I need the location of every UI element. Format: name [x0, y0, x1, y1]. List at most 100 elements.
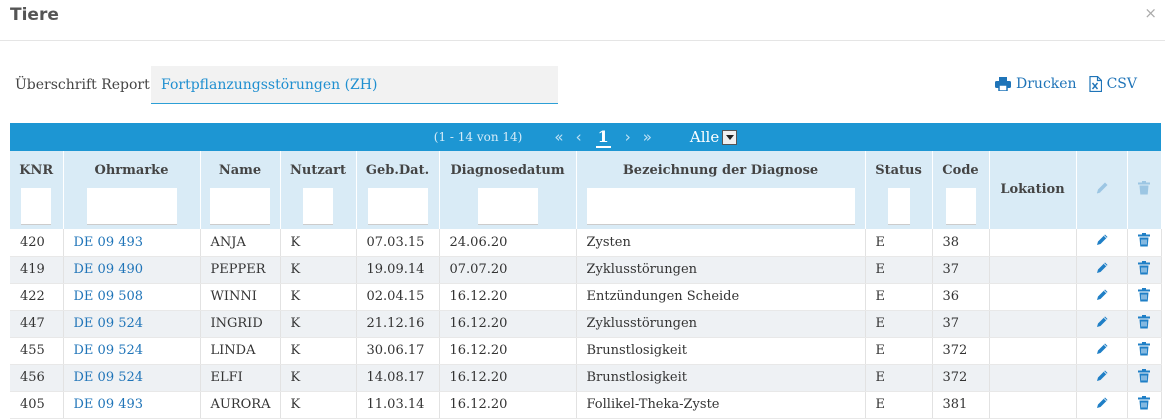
prev-page-icon[interactable]: ‹	[576, 128, 582, 146]
cell-diagnosedatum: 16.12.20	[439, 391, 577, 419]
cell-gebdat: 19.09.14	[356, 256, 440, 284]
trash-icon[interactable]	[1138, 368, 1150, 387]
cell-ohrmarke-link[interactable]: DE 09 493	[63, 229, 201, 257]
pencil-icon[interactable]	[1095, 342, 1109, 360]
cell-knr: 455	[10, 337, 64, 365]
modal-header: Tiere ×	[0, 0, 1165, 41]
table-row[interactable]: 455 DE 09 524 LINDA K 30.06.17 16.12.20 …	[10, 337, 1162, 365]
next-page-icon[interactable]: ›	[625, 128, 631, 146]
table-row[interactable]: 419 DE 09 490 PEPPER K 19.09.14 07.07.20…	[10, 256, 1162, 284]
cell-status: E	[865, 283, 933, 311]
pencil-icon[interactable]	[1095, 233, 1109, 251]
table-row[interactable]: 422 DE 09 508 WINNI K 02.04.15 16.12.20 …	[10, 283, 1162, 311]
cell-edit	[1076, 229, 1128, 257]
report-heading-label: Überschrift Report:	[15, 77, 155, 93]
trash-icon[interactable]	[1138, 287, 1150, 306]
cell-diagnosedatum: 24.06.20	[439, 229, 577, 257]
pencil-icon[interactable]	[1095, 261, 1109, 279]
cell-status: E	[865, 310, 933, 338]
cell-code: 372	[932, 364, 990, 392]
chevron-down-icon[interactable]	[722, 129, 738, 145]
cell-code: 37	[932, 256, 990, 284]
current-page[interactable]: 1	[595, 127, 611, 148]
cell-edit	[1076, 283, 1128, 311]
cell-bezeichnung: Brunstlosigkeit	[576, 364, 866, 392]
close-icon[interactable]: ×	[1144, 4, 1157, 22]
col-lokation[interactable]: Lokation	[989, 151, 1077, 229]
cell-code: 381	[932, 391, 990, 419]
col-ohrmarke[interactable]: Ohrmarke	[63, 151, 201, 229]
table-row[interactable]: 456 DE 09 524 ELFI K 14.08.17 16.12.20 B…	[10, 364, 1162, 392]
cell-diagnosedatum: 16.12.20	[439, 310, 577, 338]
trash-icon[interactable]	[1138, 233, 1150, 251]
trash-icon[interactable]	[1138, 341, 1150, 360]
cell-gebdat: 14.08.17	[356, 364, 440, 392]
cell-name: ANJA	[200, 229, 281, 257]
filter-name-input[interactable]	[210, 188, 270, 225]
col-bezeichnung[interactable]: Bezeichnung der Diagnose	[576, 151, 866, 229]
first-page-icon[interactable]: «	[554, 128, 563, 146]
cell-diagnosedatum: 07.07.20	[439, 256, 577, 284]
report-heading-input[interactable]	[151, 66, 558, 104]
pencil-icon[interactable]	[1095, 396, 1109, 414]
table-row[interactable]: 405 DE 09 493 AURORA K 11.03.14 16.12.20…	[10, 391, 1162, 419]
trash-icon[interactable]	[1138, 260, 1150, 279]
page-size-select[interactable]: Alle	[689, 128, 738, 146]
pagination-bar: (1 - 14 von 14) « ‹ 1 › » Alle	[10, 123, 1161, 151]
cell-ohrmarke-link[interactable]: DE 09 524	[63, 310, 201, 338]
cell-ohrmarke-link[interactable]: DE 09 524	[63, 337, 201, 365]
cell-nutzart: K	[280, 256, 357, 284]
cell-edit	[1076, 310, 1128, 338]
filter-nutzart-input[interactable]	[303, 188, 333, 225]
last-page-icon[interactable]: »	[643, 128, 652, 146]
col-nutzart[interactable]: Nutzart	[280, 151, 357, 229]
csv-button[interactable]: CSV	[1088, 76, 1137, 92]
cell-knr: 419	[10, 256, 64, 284]
cell-status: E	[865, 229, 933, 257]
trash-icon[interactable]	[1138, 395, 1150, 414]
page-size-value: Alle	[689, 128, 720, 146]
cell-code: 38	[932, 229, 990, 257]
cell-status: E	[865, 256, 933, 284]
filter-status-input[interactable]	[887, 188, 910, 225]
print-label: Drucken	[1016, 76, 1077, 92]
cell-gebdat: 07.03.15	[356, 229, 440, 257]
table-row[interactable]: 447 DE 09 524 INGRID K 21.12.16 16.12.20…	[10, 310, 1162, 338]
cell-knr: 447	[10, 310, 64, 338]
trash-icon[interactable]	[1138, 314, 1150, 333]
pencil-icon[interactable]	[1095, 315, 1109, 333]
cell-ohrmarke-link[interactable]: DE 09 490	[63, 256, 201, 284]
print-button[interactable]: Drucken	[995, 76, 1077, 92]
col-gebdat[interactable]: Geb.Dat.	[356, 151, 440, 229]
cell-delete	[1127, 391, 1162, 419]
table-body: 420 DE 09 493 ANJA K 07.03.15 24.06.20 Z…	[10, 229, 1162, 419]
cell-lokation	[989, 391, 1077, 419]
filter-gebdat-input[interactable]	[367, 188, 428, 225]
cell-nutzart: K	[280, 310, 357, 338]
col-knr[interactable]: KNR	[10, 151, 64, 229]
cell-ohrmarke-link[interactable]: DE 09 524	[63, 364, 201, 392]
cell-edit	[1076, 391, 1128, 419]
cell-ohrmarke-link[interactable]: DE 09 493	[63, 391, 201, 419]
col-status[interactable]: Status	[865, 151, 933, 229]
table-row[interactable]: 420 DE 09 493 ANJA K 07.03.15 24.06.20 Z…	[10, 229, 1162, 257]
cell-name: ELFI	[200, 364, 281, 392]
cell-ohrmarke-link[interactable]: DE 09 508	[63, 283, 201, 311]
cell-name: LINDA	[200, 337, 281, 365]
cell-name: PEPPER	[200, 256, 281, 284]
filter-bezeichnung-input[interactable]	[586, 188, 855, 225]
pencil-icon[interactable]	[1095, 288, 1109, 306]
export-actions: Drucken CSV	[995, 76, 1137, 92]
cell-delete	[1127, 337, 1162, 365]
col-diagnosedatum[interactable]: Diagnosedatum	[439, 151, 577, 229]
col-name[interactable]: Name	[200, 151, 281, 229]
cell-bezeichnung: Zyklusstörungen	[576, 256, 866, 284]
pencil-icon[interactable]	[1095, 369, 1109, 387]
filter-knr-input[interactable]	[21, 188, 52, 225]
csv-file-icon	[1088, 76, 1102, 92]
filter-diagnosedatum-input[interactable]	[477, 188, 538, 225]
filter-code-input[interactable]	[945, 188, 976, 225]
filter-ohrmarke-input[interactable]	[86, 188, 177, 225]
pencil-icon	[1095, 182, 1109, 199]
col-code[interactable]: Code	[932, 151, 990, 229]
